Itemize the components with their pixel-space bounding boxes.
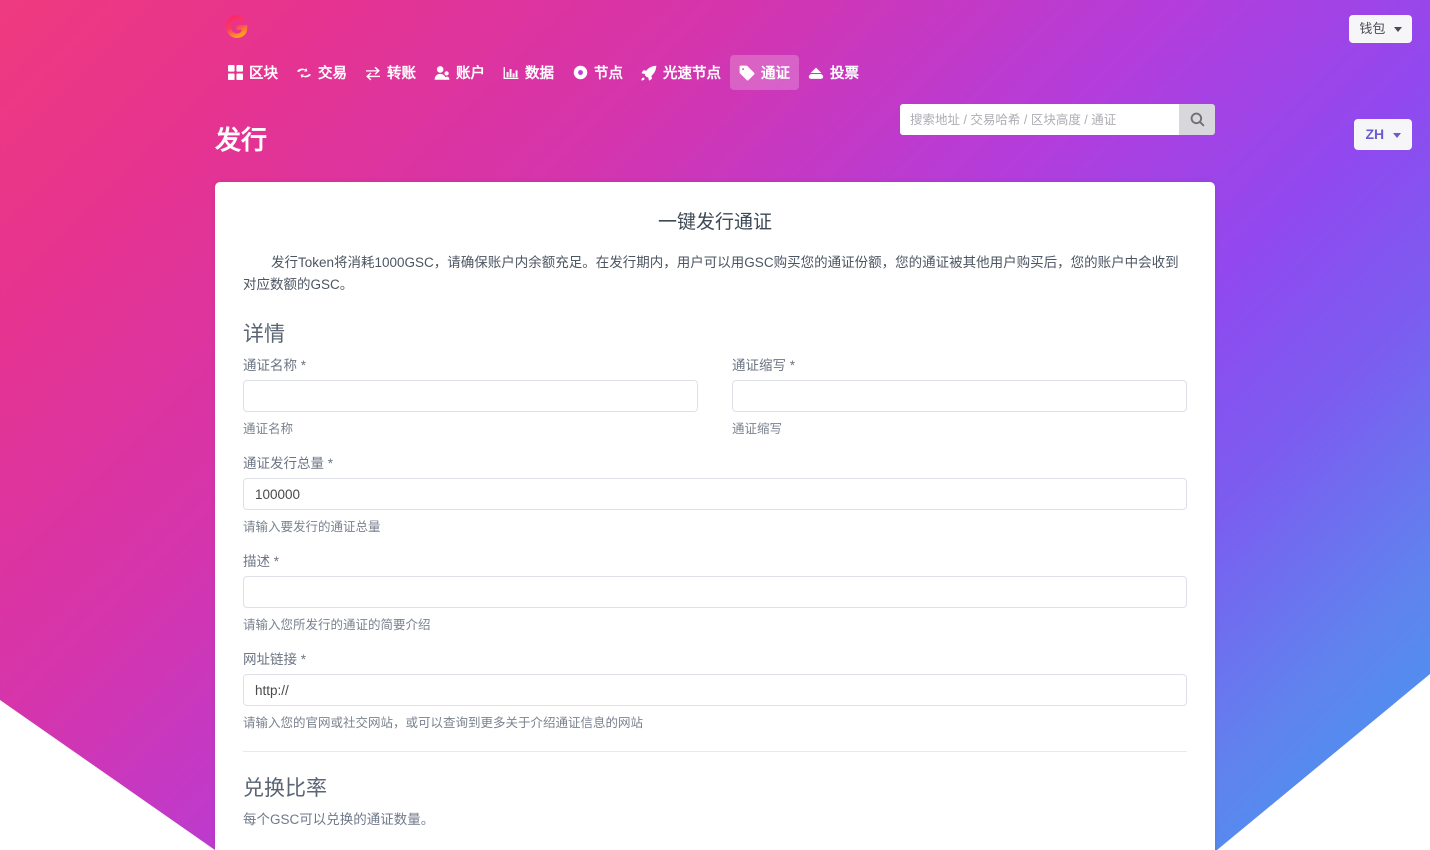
- page-root: 钱包 区块 交易 转账 账户 数据 节点 光速节点 通证 投票 ZH 发行 搜索…: [0, 0, 1430, 850]
- field-label: 通证缩写 *: [732, 358, 796, 373]
- nav-item-blocks[interactable]: 区块: [218, 55, 287, 90]
- language-dropdown-button[interactable]: ZH: [1354, 119, 1412, 150]
- user-icon: [434, 65, 450, 81]
- rate-subtitle: 每个GSC可以兑换的通证数量。: [243, 812, 435, 827]
- nav-label: 光速节点: [663, 66, 721, 82]
- page-title: 发行: [215, 125, 268, 155]
- field-label: 通证名称 *: [243, 358, 307, 373]
- rate-summary-line: 购买者可以获得 1 通证 每 1 GSC.: [243, 846, 1187, 850]
- nav-label: 投票: [830, 66, 859, 82]
- exchange-icon: [296, 65, 312, 81]
- chevron-down-icon: [1393, 132, 1401, 138]
- field-help: 请输入您所发行的通证的简要介绍: [243, 618, 431, 632]
- search-icon: [1190, 112, 1205, 127]
- card-intro-text: 发行Token将消耗1000GSC，请确保账户内余额充足。在发行期内，用户可以用…: [243, 255, 1179, 292]
- field-help: 通证缩写: [732, 422, 783, 436]
- circle-dot-icon: [572, 65, 588, 81]
- wallet-dropdown-button[interactable]: 钱包: [1349, 15, 1412, 43]
- description-input[interactable]: [243, 576, 1187, 608]
- field-help: 通证名称: [243, 422, 294, 436]
- field-description: 描述 * 请输入您所发行的通证的简要介绍: [243, 550, 1187, 633]
- nav-item-nodes[interactable]: 节点: [563, 55, 632, 90]
- nav-item-vote[interactable]: 投票: [799, 55, 868, 90]
- token-name-input[interactable]: [243, 380, 698, 412]
- section-divider: [243, 751, 1187, 752]
- search-box: [900, 104, 1215, 135]
- card-title: 一键发行通证: [657, 212, 772, 233]
- field-website-url: 网址链接 * 请输入您的官网或社交网站，或可以查询到更多关于介绍通证信息的网站: [243, 648, 1187, 731]
- nav-row: 区块 交易 转账 账户 数据 节点 光速节点 通证 投票 ZH: [0, 55, 1430, 150]
- field-label: 描述 *: [243, 554, 280, 569]
- nav-label: 通证: [761, 66, 790, 82]
- nav-item-token[interactable]: 通证: [730, 55, 799, 90]
- rocket-icon: [641, 65, 657, 81]
- wallet-label: 钱包: [1359, 21, 1386, 36]
- token-symbol-input[interactable]: [732, 380, 1187, 412]
- brand-logo[interactable]: [222, 12, 252, 42]
- nav-item-data[interactable]: 数据: [494, 55, 563, 90]
- nav-item-accounts[interactable]: 账户: [425, 55, 494, 90]
- page-header: 发行: [215, 100, 1215, 182]
- website-url-input[interactable]: [243, 674, 1187, 706]
- chevron-down-icon: [1394, 27, 1402, 33]
- search-button[interactable]: [1179, 104, 1215, 135]
- cloud-icon: [808, 65, 824, 81]
- nav-label: 交易: [318, 66, 347, 82]
- details-section-title: 详情: [243, 323, 285, 346]
- field-label: 网址链接 *: [243, 652, 307, 667]
- grid-icon: [227, 65, 243, 81]
- search-input[interactable]: [900, 104, 1179, 135]
- field-token-supply: 通证发行总量 * 请输入要发行的通证总量: [243, 452, 1187, 535]
- main-nav: 区块 交易 转账 账户 数据 节点 光速节点 通证 投票: [218, 55, 868, 90]
- field-help: 请输入要发行的通证总量: [243, 520, 381, 534]
- field-help: 请输入您的官网或社交网站，或可以查询到更多关于介绍通证信息的网站: [243, 716, 644, 730]
- language-label: ZH: [1365, 126, 1385, 142]
- field-token-symbol: 通证缩写 * 通证缩写: [732, 354, 1187, 437]
- transfer-icon: [365, 65, 381, 81]
- nav-label: 账户: [456, 66, 485, 82]
- token-supply-input[interactable]: [243, 478, 1187, 510]
- details-row-1: 通证名称 * 通证名称 通证缩写 * 通证缩写: [243, 354, 1187, 452]
- field-label: 通证发行总量 *: [243, 456, 334, 471]
- nav-label: 数据: [525, 66, 554, 82]
- tag-icon: [739, 65, 755, 81]
- rate-section-title: 兑换比率: [243, 777, 327, 800]
- issue-token-card: 一键发行通证 发行Token将消耗1000GSC，请确保账户内余额充足。在发行期…: [215, 182, 1215, 850]
- nav-item-lightspeed-nodes[interactable]: 光速节点: [632, 55, 730, 90]
- nav-label: 节点: [594, 66, 623, 82]
- field-token-name: 通证名称 * 通证名称: [243, 354, 698, 437]
- top-bar: 钱包: [0, 0, 1430, 55]
- chart-icon: [503, 65, 519, 81]
- nav-item-transactions[interactable]: 交易: [287, 55, 356, 90]
- nav-label: 转账: [387, 66, 416, 82]
- nav-label: 区块: [249, 66, 278, 82]
- nav-item-transfer[interactable]: 转账: [356, 55, 425, 90]
- logo-g-icon: [226, 15, 248, 39]
